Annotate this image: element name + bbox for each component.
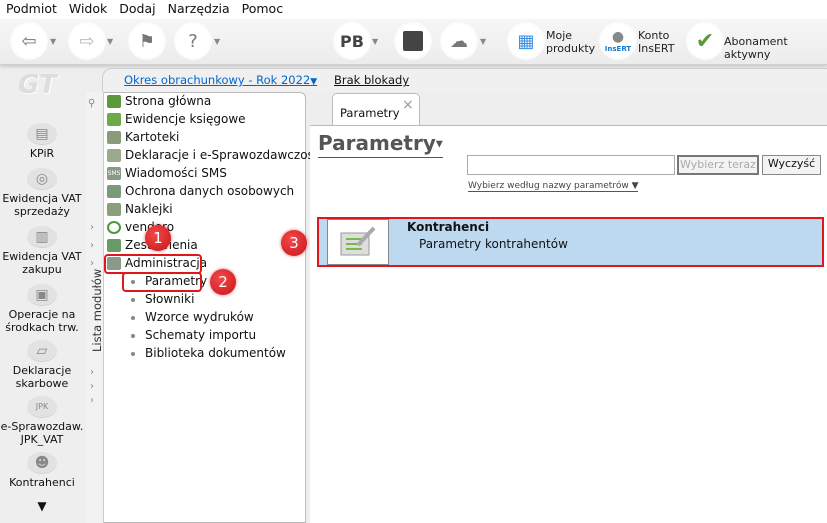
shield-check-icon[interactable]: ✔ (686, 22, 724, 60)
module-ochrona-danych[interactable]: Ochrona danych osobowych (107, 182, 294, 200)
menu-podmiot[interactable]: Podmiot (0, 0, 63, 19)
back-icon[interactable]: ⇦ (10, 22, 48, 60)
menu-bar: Podmiot Widok Dodaj Narzędzia Pomoc (0, 0, 827, 19)
toolbar: ⇦ ▼ ⇨ ▼ ⚑ ? ▼ PB ▼ ☁ ▼ ▦ Moje produkty ● InsERT… (0, 19, 827, 65)
declarations-icon: ▱ (27, 340, 57, 362)
annotation-highlight-administracja (104, 254, 202, 274)
gt-logo: GT (18, 70, 57, 100)
pin-icon[interactable]: ⚲ (88, 98, 95, 109)
sms-icon: SMS (107, 166, 121, 180)
okres-obrachunkowy-link[interactable]: Okres obrachunkowy - Rok 2022▼ (124, 73, 317, 87)
menu-narzedzia[interactable]: Narzędzia (162, 0, 236, 19)
row-title: Kontrahenci (407, 220, 490, 234)
module-ewidencje-ksiegowe[interactable]: Ewidencje księgowe (107, 110, 246, 128)
account-icon[interactable]: ● InsERT (599, 22, 637, 60)
abonament-button[interactable]: Abonament aktywny (724, 35, 827, 61)
chart-icon (107, 238, 121, 252)
rail-item-kontrahenci[interactable]: ☻ Kontrahenci (0, 452, 84, 489)
module-strona-glowna[interactable]: Strona główna (107, 92, 211, 110)
products-icon[interactable]: ▦ (507, 22, 545, 60)
binders-icon: ▥ (27, 226, 57, 248)
expand-arrow-icon[interactable]: › (90, 395, 94, 406)
submodule-wzorce-wydrukow[interactable]: Wzorce wydruków (131, 308, 254, 326)
page-title[interactable]: Parametry▼ (318, 131, 443, 158)
person-icon: ☻ (27, 452, 57, 474)
scroll-down-icon[interactable]: ▼ (0, 500, 84, 513)
equipment-icon: ▣ (27, 284, 57, 306)
annotation-badge-3: 3 (281, 230, 307, 256)
labels-icon (107, 202, 121, 216)
expand-arrow-icon[interactable]: › (90, 240, 94, 251)
book-icon: ▤ (27, 123, 57, 145)
annotation-badge-2: 2 (210, 269, 236, 295)
menu-dodaj[interactable]: Dodaj (113, 0, 161, 19)
declarations-icon (107, 148, 121, 162)
flag-icon (107, 94, 121, 108)
search-input[interactable] (467, 155, 675, 175)
cards-icon (107, 130, 121, 144)
flag-icon[interactable]: ⚑ (128, 22, 166, 60)
annotation-highlight-parametry (122, 272, 202, 292)
row-subtitle: Parametry kontrahentów (419, 237, 568, 251)
submodule-schematy-importu[interactable]: Schematy importu (131, 326, 256, 344)
rail-item-vat-zakupu[interactable]: ▥ Ewidencja VAT zakupu (0, 226, 84, 276)
module-deklaracje[interactable]: Deklaracje i e-Sprawozdawczość (107, 146, 320, 164)
module-naklejki[interactable]: Naklejki (107, 200, 173, 218)
list-item[interactable] (317, 217, 824, 267)
wyczysc-button[interactable]: Wyczyść (762, 155, 821, 175)
book-icon (107, 112, 121, 126)
cube-icon[interactable] (394, 22, 432, 60)
chevron-down-icon[interactable]: ▼ (214, 37, 220, 46)
rail-item-srodki-trwale[interactable]: ▣ Operacje na środkach trw. (0, 284, 84, 334)
chevron-down-icon[interactable]: ▼ (372, 37, 378, 46)
menu-pomoc[interactable]: Pomoc (236, 0, 289, 19)
submodule-slowniki[interactable]: Słowniki (131, 290, 194, 308)
rail-item-vat-sprzedazy[interactable]: ◎ Ewidencja VAT sprzedaży (0, 168, 84, 218)
cloud-database-icon[interactable]: ☁ (440, 22, 478, 60)
user-initials-button[interactable]: PB (333, 22, 371, 60)
annotation-badge-1: 1 (145, 225, 171, 251)
expand-arrow-icon[interactable]: › (90, 222, 94, 233)
chevron-down-icon[interactable]: ▼ (107, 37, 113, 46)
chevron-down-icon: ▼ (435, 139, 443, 150)
module-rail: GT ▤ KPiR ◎ Ewidencja VAT sprzedaży ▥ Ewide… (0, 68, 85, 523)
help-icon[interactable]: ? (174, 22, 212, 60)
chevron-down-icon: ▼ (631, 181, 639, 191)
rail-item-jpk[interactable]: JPK e-Sprawozdaw. JPK_VAT (0, 396, 84, 446)
chevron-down-icon: ▼ (310, 77, 318, 87)
rail-item-kpir[interactable]: ▤ KPiR (0, 123, 84, 160)
filter-by-name-link[interactable]: Wybierz według nazwy parametrów ▼ (468, 181, 639, 192)
vendero-icon (107, 220, 121, 234)
submodule-biblioteka-dokumentow[interactable]: Biblioteka dokumentów (131, 344, 286, 362)
forward-icon[interactable]: ⇨ (68, 22, 106, 60)
menu-widok[interactable]: Widok (63, 0, 113, 19)
module-kartoteki[interactable]: Kartoteki (107, 128, 179, 146)
expand-arrow-icon[interactable]: › (90, 381, 94, 392)
module-wiadomosci-sms[interactable]: SMS Wiadomości SMS (107, 164, 227, 182)
module-list-label: Lista modułów (90, 268, 104, 352)
parameters-edit-icon (327, 219, 389, 265)
wybierz-teraz-button[interactable]: Wybierz teraz (677, 155, 759, 175)
expand-arrow-icon[interactable]: › (90, 367, 94, 378)
expand-arrow-icon[interactable]: › (90, 258, 94, 269)
konto-insert-button[interactable]: Konto InsERT (638, 29, 674, 55)
moje-produkty-button[interactable]: Moje produkty (546, 29, 595, 55)
jpk-icon: JPK (27, 396, 57, 418)
chevron-down-icon[interactable]: ▼ (50, 37, 56, 46)
chevron-down-icon[interactable]: ▼ (480, 37, 486, 46)
tab-parametry[interactable]: Parametry × (332, 93, 420, 126)
coins-icon: ◎ (27, 168, 57, 190)
brak-blokady-link[interactable]: Brak blokady (334, 73, 409, 87)
close-icon[interactable]: × (402, 97, 414, 113)
rail-item-deklaracje[interactable]: ▱ Deklaracje skarbowe (0, 340, 84, 390)
shield-icon (107, 184, 121, 198)
